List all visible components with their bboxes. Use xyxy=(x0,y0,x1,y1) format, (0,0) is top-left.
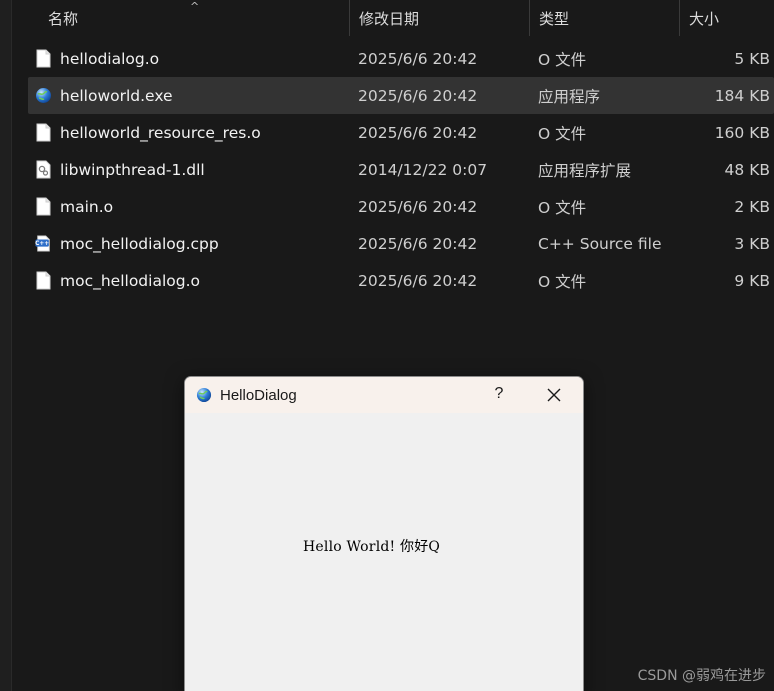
file-row[interactable]: helloworld_resource_res.o 2025/6/6 20:42… xyxy=(28,114,774,151)
blank-file-icon xyxy=(35,197,52,217)
file-size: 5 KB xyxy=(734,49,770,68)
file-size: 2 KB xyxy=(734,197,770,216)
file-row[interactable]: C++ moc_hellodialog.cpp 2025/6/6 20:42 C+… xyxy=(28,225,774,262)
file-row[interactable]: hellodialog.o 2025/6/6 20:42 O 文件 5 KB xyxy=(28,40,774,77)
column-header-type[interactable]: 类型 xyxy=(530,0,680,36)
file-type: 应用程序 xyxy=(538,87,601,106)
column-header-bar: 名称 ^ 修改日期 类型 大小 xyxy=(28,0,774,36)
column-header-size[interactable]: 大小 xyxy=(680,0,774,36)
file-name: moc_hellodialog.cpp xyxy=(60,234,219,253)
file-size: 9 KB xyxy=(734,271,770,290)
app-globe-icon xyxy=(35,86,52,106)
close-icon[interactable] xyxy=(546,387,562,403)
dialog-title: HelloDialog xyxy=(220,386,297,404)
column-header-name-label: 名称 xyxy=(48,9,79,28)
column-header-date[interactable]: 修改日期 xyxy=(350,0,530,36)
file-name: main.o xyxy=(60,197,114,216)
svg-text:C++: C++ xyxy=(35,241,49,247)
navigation-pane-edge xyxy=(0,0,12,691)
file-row[interactable]: moc_hellodialog.o 2025/6/6 20:42 O 文件 9 … xyxy=(28,262,774,299)
file-date: 2025/6/6 20:42 xyxy=(358,197,478,216)
app-globe-icon xyxy=(196,387,212,403)
watermark-text: CSDN @弱鸡在进步 xyxy=(637,668,766,684)
file-type: O 文件 xyxy=(538,272,587,291)
file-name: libwinpthread-1.dll xyxy=(60,160,205,179)
file-date: 2025/6/6 20:42 xyxy=(358,49,478,68)
file-date: 2025/6/6 20:42 xyxy=(358,234,478,253)
file-date: 2025/6/6 20:42 xyxy=(358,271,478,290)
file-size: 48 KB xyxy=(724,160,770,179)
blank-file-icon xyxy=(35,49,52,69)
column-header-type-label: 类型 xyxy=(539,9,570,28)
cpp-file-icon: C++ xyxy=(35,234,52,254)
file-row-selected[interactable]: helloworld.exe 2025/6/6 20:42 应用程序 184 K… xyxy=(28,77,774,114)
dll-file-icon xyxy=(35,160,52,180)
column-header-size-label: 大小 xyxy=(689,9,720,28)
file-list: hellodialog.o 2025/6/6 20:42 O 文件 5 KB h… xyxy=(28,40,774,299)
file-size: 184 KB xyxy=(714,86,770,105)
file-type: 应用程序扩展 xyxy=(538,161,632,180)
file-name: helloworld_resource_res.o xyxy=(60,123,261,142)
blank-file-icon xyxy=(35,123,52,143)
help-button[interactable]: ? xyxy=(493,385,505,403)
file-type: C++ Source file xyxy=(538,234,662,253)
file-type: O 文件 xyxy=(538,124,587,143)
hello-label: Hello World! 你好Q xyxy=(303,539,441,555)
file-size: 3 KB xyxy=(734,234,770,253)
file-type: O 文件 xyxy=(538,198,587,217)
sort-ascending-icon: ^ xyxy=(190,0,200,13)
file-row[interactable]: main.o 2025/6/6 20:42 O 文件 2 KB xyxy=(28,188,774,225)
file-date: 2025/6/6 20:42 xyxy=(358,86,478,105)
column-header-name[interactable]: 名称 ^ xyxy=(28,0,350,36)
file-name: hellodialog.o xyxy=(60,49,160,68)
file-row[interactable]: libwinpthread-1.dll 2014/12/22 0:07 应用程序… xyxy=(28,151,774,188)
file-name: moc_hellodialog.o xyxy=(60,271,200,290)
file-date: 2014/12/22 0:07 xyxy=(358,160,488,179)
dialog-body: Hello World! 你好Q xyxy=(185,413,583,691)
column-header-date-label: 修改日期 xyxy=(359,9,420,28)
file-name: helloworld.exe xyxy=(60,86,173,105)
blank-file-icon xyxy=(35,271,52,291)
dialog-titlebar[interactable]: HelloDialog ? xyxy=(185,377,583,413)
file-size: 160 KB xyxy=(714,123,770,142)
file-type: O 文件 xyxy=(538,50,587,69)
file-date: 2025/6/6 20:42 xyxy=(358,123,478,142)
hello-dialog-window[interactable]: HelloDialog ? Hello World! 你好Q xyxy=(184,376,584,691)
